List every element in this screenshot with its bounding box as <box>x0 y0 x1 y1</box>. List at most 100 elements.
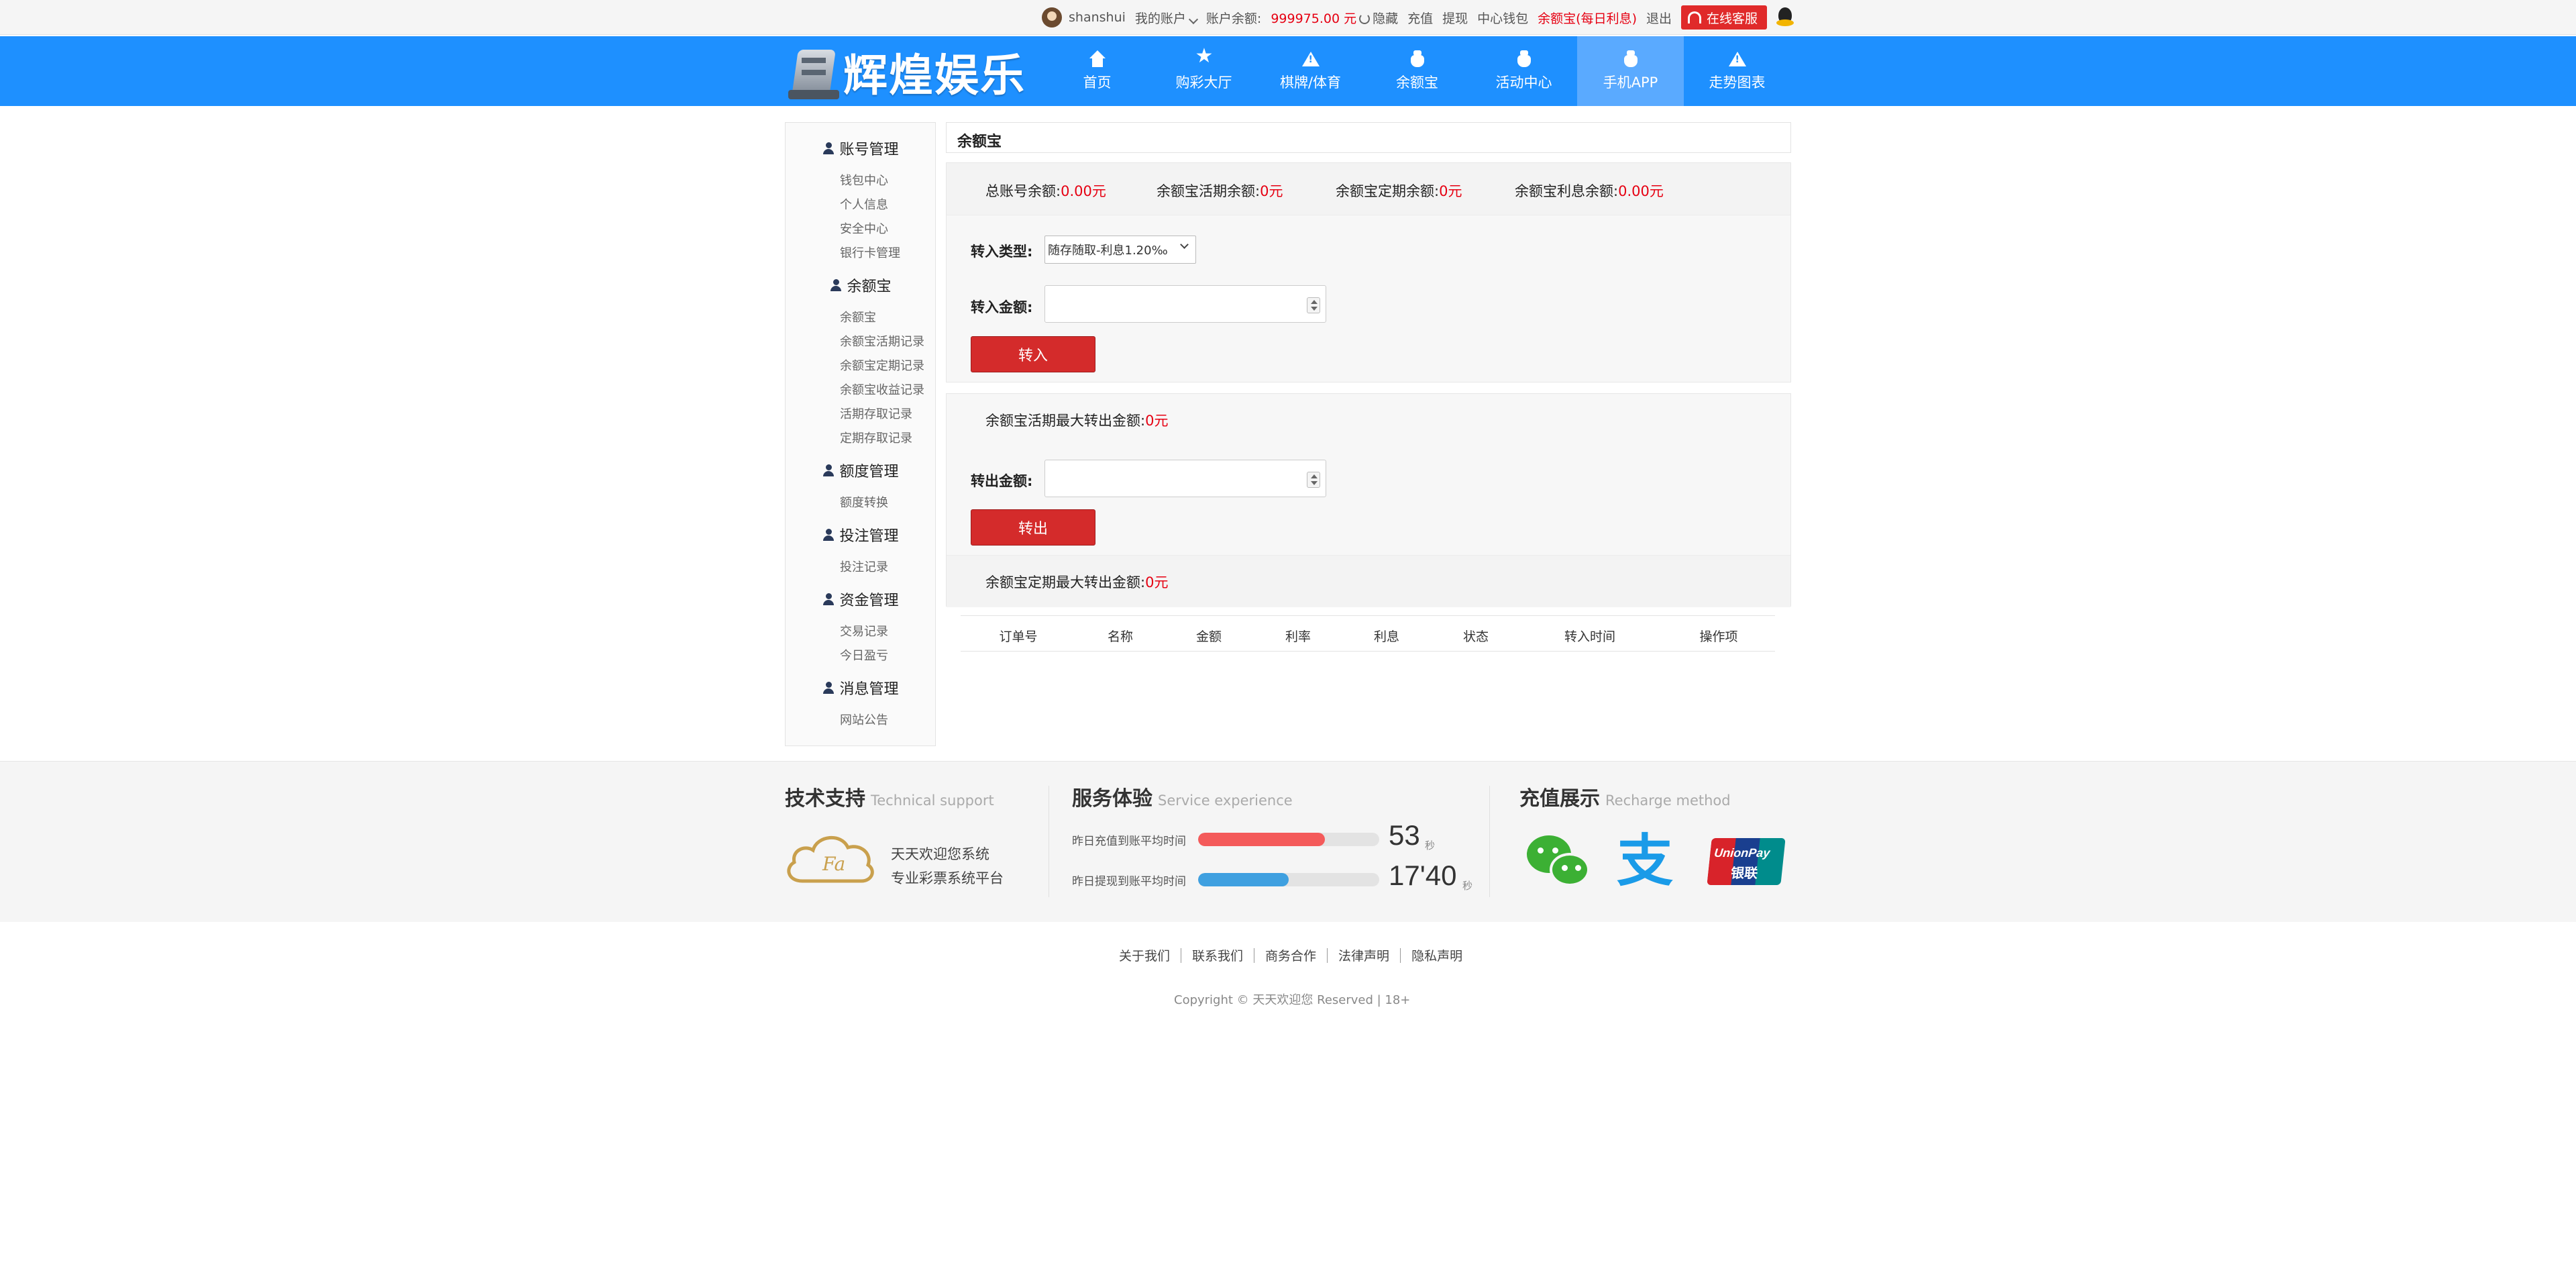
nav-item-3[interactable]: 余额宝 <box>1364 36 1470 106</box>
warning-triangle-icon <box>1728 50 1746 68</box>
footer-link[interactable]: 联系我们 <box>1192 946 1243 964</box>
unionpay-text-cn: 银联 <box>1729 865 1759 881</box>
site-logo[interactable]: 辉煌娱乐 <box>788 43 1026 101</box>
table-column-header[interactable]: 利率 <box>1285 627 1311 645</box>
footer-link[interactable]: 商务合作 <box>1265 946 1316 964</box>
top-bar: shanshui 我的账户 账户余额: 999975.00 元 隐藏 充值 提现… <box>0 0 2576 35</box>
fixed-max-out-value: 0元 <box>1145 574 1169 590</box>
transfer-in-panel: 总账号余额:0.00元 余额宝活期余额:0元 余额宝定期余额:0元 余额宝利息余… <box>946 162 1791 382</box>
sidebar-group-title: 资金管理 <box>839 593 899 609</box>
nav-item-6[interactable]: 走势图表 <box>1684 36 1790 106</box>
transfer-type-label: 转入类型: <box>971 244 1033 260</box>
sidebar-group-title: 账号管理 <box>839 142 899 158</box>
logo-text: 辉煌娱乐 <box>843 50 1026 101</box>
username[interactable]: shanshui <box>1069 10 1126 25</box>
sidebar-item[interactable]: 余额宝收益记录 <box>840 380 924 398</box>
cloud-logo-icon: Fa <box>787 836 874 883</box>
sidebar: 账号管理 钱包中心 个人信息 安全中心 银行卡管理 余额宝 余额宝 余额宝活期记录 余额宝定期记… <box>785 122 936 746</box>
sidebar-item[interactable]: 余额宝活期记录 <box>840 332 924 350</box>
sidebar-item[interactable]: 额度转换 <box>840 493 888 511</box>
sidebar-group-5[interactable]: 消息管理 <box>786 674 936 701</box>
table-column-header[interactable]: 操作项 <box>1699 627 1737 645</box>
sidebar-item[interactable]: 钱包中心 <box>840 171 888 189</box>
service-stat-bar <box>1198 873 1379 886</box>
qq-icon[interactable] <box>1776 7 1794 28</box>
table-column-header[interactable]: 转入时间 <box>1564 627 1615 645</box>
recharge-title: 充值展示 Recharge method <box>1519 782 1731 811</box>
sidebar-item[interactable]: 定期存取记录 <box>840 429 912 446</box>
table-column-header[interactable]: 订单号 <box>999 627 1037 645</box>
summary-fixed-label: 余额宝定期余额: <box>1336 183 1440 199</box>
sidebar-item[interactable]: 活期存取记录 <box>840 405 912 422</box>
my-account-label: 我的账户 <box>1134 11 1186 26</box>
headset-icon <box>1688 11 1702 23</box>
sidebar-group-title: 消息管理 <box>839 681 899 698</box>
money-bag-icon <box>1515 50 1533 68</box>
nav-item-0[interactable]: 首页 <box>1044 36 1150 106</box>
hide-balance-button[interactable]: 隐藏 <box>1359 9 1398 27</box>
table-column-header[interactable]: 状态 <box>1463 627 1489 645</box>
withdraw-link[interactable]: 提现 <box>1442 9 1468 27</box>
unionpay-text: UnionPay <box>1713 846 1771 860</box>
sidebar-item[interactable]: 银行卡管理 <box>840 244 900 261</box>
number-spinner-icon[interactable] <box>1307 472 1320 488</box>
money-bag-icon <box>1622 50 1640 68</box>
sidebar-group-0[interactable]: 账号管理 <box>786 135 936 162</box>
summary-current-value: 0元 <box>1260 183 1283 199</box>
wallet-center-link[interactable]: 中心钱包 <box>1477 9 1528 27</box>
sidebar-group-4[interactable]: 资金管理 <box>786 586 936 613</box>
service-stat-bar <box>1198 833 1379 846</box>
fixed-max-out-label: 余额宝定期最大转出金额: <box>985 574 1146 590</box>
sidebar-group-1[interactable]: 余额宝 <box>786 272 936 299</box>
table-column-header[interactable]: 利息 <box>1374 627 1399 645</box>
nav-item-1[interactable]: 购彩大厅 <box>1150 36 1257 106</box>
footer-link[interactable]: 法律声明 <box>1338 946 1389 964</box>
sidebar-item[interactable]: 网站公告 <box>840 711 888 728</box>
recharge-link[interactable]: 充值 <box>1407 9 1433 27</box>
my-account-menu[interactable]: 我的账户 <box>1134 9 1198 27</box>
sidebar-group-2[interactable]: 额度管理 <box>786 457 936 484</box>
logout-link[interactable]: 退出 <box>1646 9 1672 27</box>
refresh-icon <box>1359 13 1371 24</box>
summary-interest: 余额宝利息余额:0.00元 <box>1515 181 1664 201</box>
avatar[interactable] <box>1042 7 1062 28</box>
transfer-in-amount-input[interactable] <box>1044 285 1326 323</box>
transfer-in-button[interactable]: 转入 <box>971 336 1095 372</box>
sidebar-item[interactable]: 个人信息 <box>840 195 888 213</box>
user-icon <box>823 682 835 694</box>
online-service-button[interactable]: 在线客服 <box>1681 5 1768 30</box>
nav-item-label: 棋牌/体育 <box>1279 74 1342 91</box>
top-bar-content: shanshui 我的账户 账户余额: 999975.00 元 隐藏 充值 提现… <box>1042 0 1803 35</box>
sidebar-item[interactable]: 交易记录 <box>840 622 888 639</box>
service-stat-value: 17'40 <box>1389 860 1457 891</box>
nav-item-2[interactable]: 棋牌/体育 <box>1257 36 1364 106</box>
balance-label: 账户余额: <box>1205 11 1262 26</box>
main-title-box: 余额宝 <box>946 122 1791 153</box>
records-table-header: 订单号 名称 金额 利率 利息 状态 转入时间 操作项 <box>961 615 1775 652</box>
sidebar-item[interactable]: 今日盈亏 <box>840 646 888 664</box>
nav-item-4[interactable]: 活动中心 <box>1470 36 1577 106</box>
yuebao-link[interactable]: 余额宝(每日利息) <box>1538 9 1637 27</box>
sidebar-group-3[interactable]: 投注管理 <box>786 521 936 548</box>
service-title: 服务体验 Service experience <box>1072 782 1293 811</box>
main-nav: 辉煌娱乐 首页 购彩大厅 棋牌/体育 余额宝 活动中心 手机APP 走势图表 <box>0 36 2576 106</box>
nav-item-label: 购彩大厅 <box>1175 74 1232 91</box>
user-icon <box>823 593 835 605</box>
footer-link[interactable]: 隐私声明 <box>1411 946 1462 964</box>
transfer-type-select[interactable]: 随存随取-利息1.20‰ <box>1044 236 1196 264</box>
nav-item-5[interactable]: 手机APP <box>1577 36 1684 106</box>
transfer-type-selected: 随存随取-利息1.20‰ <box>1048 244 1168 258</box>
table-column-header[interactable]: 名称 <box>1108 627 1133 645</box>
sidebar-item[interactable]: 投注记录 <box>840 558 888 575</box>
footer-link[interactable]: 关于我们 <box>1119 946 1170 964</box>
transfer-out-button[interactable]: 转出 <box>971 509 1095 546</box>
sidebar-item[interactable]: 余额宝 <box>840 308 876 325</box>
number-spinner-icon[interactable] <box>1307 297 1320 313</box>
copyright: Copyright © 天天欢迎您 Reserved | 18+ <box>1174 993 1411 1007</box>
sidebar-item[interactable]: 余额宝定期记录 <box>840 356 924 374</box>
tech-line2: 专业彩票系统平台 <box>891 870 1004 886</box>
table-column-header[interactable]: 金额 <box>1196 627 1222 645</box>
sidebar-item[interactable]: 安全中心 <box>840 219 888 237</box>
link-separator <box>1400 947 1401 963</box>
transfer-out-amount-input[interactable] <box>1044 460 1326 497</box>
